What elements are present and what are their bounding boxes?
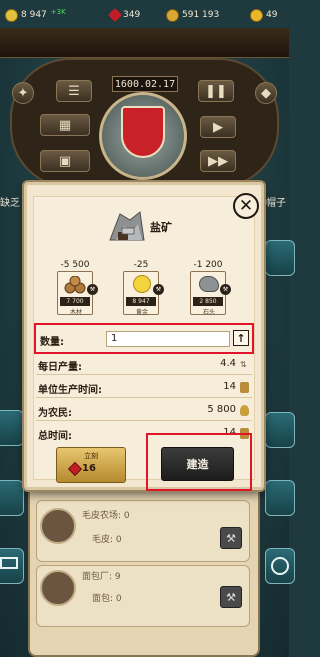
ruby-amount: 349 bbox=[123, 10, 141, 20]
wood-logs-icon bbox=[64, 276, 86, 294]
build-hammer-button[interactable]: ⚒ bbox=[220, 586, 242, 608]
gold-resource[interactable]: 8 947 +3K bbox=[5, 6, 66, 24]
pause-icon: ❚❚ bbox=[205, 83, 227, 99]
money-resource[interactable]: 591 193 bbox=[166, 6, 219, 24]
stone-icon bbox=[199, 276, 219, 292]
bakery-icon bbox=[40, 570, 76, 606]
globe-icon bbox=[271, 557, 289, 575]
build-hammer-button[interactable]: ⚒ bbox=[220, 527, 242, 549]
building-product: 面包: 0 bbox=[92, 594, 122, 604]
star-icon bbox=[250, 8, 263, 22]
hammer-icon: ⚒ bbox=[226, 531, 236, 545]
play-button[interactable]: ▶ bbox=[200, 116, 236, 138]
gold-name: 黄金 bbox=[135, 309, 148, 316]
game-date: 1600.02.17 bbox=[112, 76, 178, 92]
pause-button[interactable]: ❚❚ bbox=[198, 80, 234, 102]
salt-mine-icon bbox=[109, 211, 145, 241]
video-side-button[interactable] bbox=[0, 410, 24, 446]
building-name: 面包厂: 9 bbox=[82, 572, 121, 582]
gold-stock: 8 947 bbox=[126, 297, 156, 306]
hammer-icon: ⚒ bbox=[153, 284, 164, 295]
gold-coin-icon bbox=[133, 275, 151, 293]
side-label-left: 缺乏 bbox=[0, 198, 20, 209]
divider bbox=[36, 420, 252, 421]
star-resource[interactable]: 49 bbox=[250, 6, 277, 24]
lightbulb-icon[interactable]: ✦ bbox=[12, 82, 34, 104]
fast-forward-button[interactable]: ▶▶ bbox=[200, 150, 236, 172]
play-icon: ▶ bbox=[213, 119, 223, 135]
instant-label: 立刻 bbox=[84, 452, 98, 460]
money-bag-icon bbox=[240, 405, 249, 416]
globe-side-button[interactable] bbox=[265, 548, 295, 584]
fast-forward-icon: ▶▶ bbox=[208, 153, 228, 169]
hourglass-icon bbox=[240, 382, 249, 393]
chest-icon: ▣ bbox=[58, 153, 72, 169]
divider bbox=[36, 397, 252, 398]
apple-side-button[interactable] bbox=[265, 412, 295, 448]
menu-icon: ☰ bbox=[68, 83, 80, 99]
money-bag-icon bbox=[166, 8, 179, 22]
city-crest-icon bbox=[121, 106, 165, 158]
wood-name: 木材 bbox=[69, 309, 82, 316]
gold-amount: 8 947 bbox=[21, 10, 47, 20]
instant-cost: 16 bbox=[82, 463, 96, 474]
quantity-input[interactable]: 1 bbox=[106, 331, 230, 347]
close-icon: ✕ bbox=[238, 195, 254, 216]
building-title: 盐矿 bbox=[150, 221, 172, 234]
unit-time-label: 单位生产时间: bbox=[38, 385, 102, 396]
arrow-up-icon: ↑ bbox=[236, 331, 246, 345]
stone-stock: 2 850 bbox=[193, 297, 223, 306]
hammer-icon: ⚒ bbox=[87, 284, 98, 295]
divider bbox=[36, 374, 252, 375]
daily-output-label: 每日产量: bbox=[38, 362, 82, 373]
stone-shortcut-icon[interactable]: ◆ bbox=[255, 82, 277, 104]
gold-coin-icon bbox=[5, 8, 18, 22]
stone-name: 石头 bbox=[202, 309, 215, 316]
peasants-value: 5 800 bbox=[207, 404, 236, 415]
right-arrow-side-button[interactable] bbox=[265, 240, 295, 276]
gold-cost: -25 bbox=[133, 260, 149, 270]
scroll-side-button[interactable] bbox=[0, 480, 24, 516]
quantity-max-button[interactable]: ↑ bbox=[233, 330, 249, 346]
hammer-icon: ⚒ bbox=[220, 284, 231, 295]
daily-output-value: 4.4 bbox=[220, 358, 236, 369]
chest-button[interactable]: ▣ bbox=[40, 150, 90, 172]
peasants-label: 为农民: bbox=[38, 408, 72, 419]
build-button[interactable]: 建造 bbox=[161, 447, 234, 481]
wood-cost: -5 500 bbox=[60, 260, 90, 270]
wood-stock: 7 700 bbox=[60, 297, 90, 306]
menu-button[interactable]: ☰ bbox=[56, 80, 92, 102]
building-product: 毛皮: 0 bbox=[92, 535, 122, 545]
total-time-label: 总时间: bbox=[38, 431, 72, 442]
ruby-resource[interactable]: 349 bbox=[107, 6, 141, 24]
mail-icon bbox=[0, 557, 18, 569]
building-name: 毛皮农场: 0 bbox=[82, 511, 130, 521]
resource-bar bbox=[0, 28, 289, 58]
star-amount: 49 bbox=[266, 10, 278, 20]
unit-time-value: 14 bbox=[223, 381, 236, 392]
hammer-icon: ⚒ bbox=[226, 590, 236, 604]
warehouse-button[interactable]: ▦ bbox=[40, 114, 90, 136]
close-button[interactable]: ✕ bbox=[233, 193, 259, 219]
ruby-icon bbox=[107, 7, 123, 23]
stone-cost: -1 200 bbox=[193, 260, 223, 270]
sort-arrows-icon: ⇅ bbox=[240, 360, 247, 369]
quantity-label: 数量: bbox=[40, 337, 64, 348]
boots-side-button[interactable] bbox=[265, 480, 295, 516]
warehouse-icon: ▦ bbox=[58, 117, 72, 133]
fur-farm-icon bbox=[40, 508, 76, 544]
side-label-right: 帽子 bbox=[266, 198, 286, 209]
gold-delta: +3K bbox=[50, 8, 66, 16]
money-amount: 591 193 bbox=[182, 10, 220, 20]
mail-side-button[interactable] bbox=[0, 548, 24, 584]
